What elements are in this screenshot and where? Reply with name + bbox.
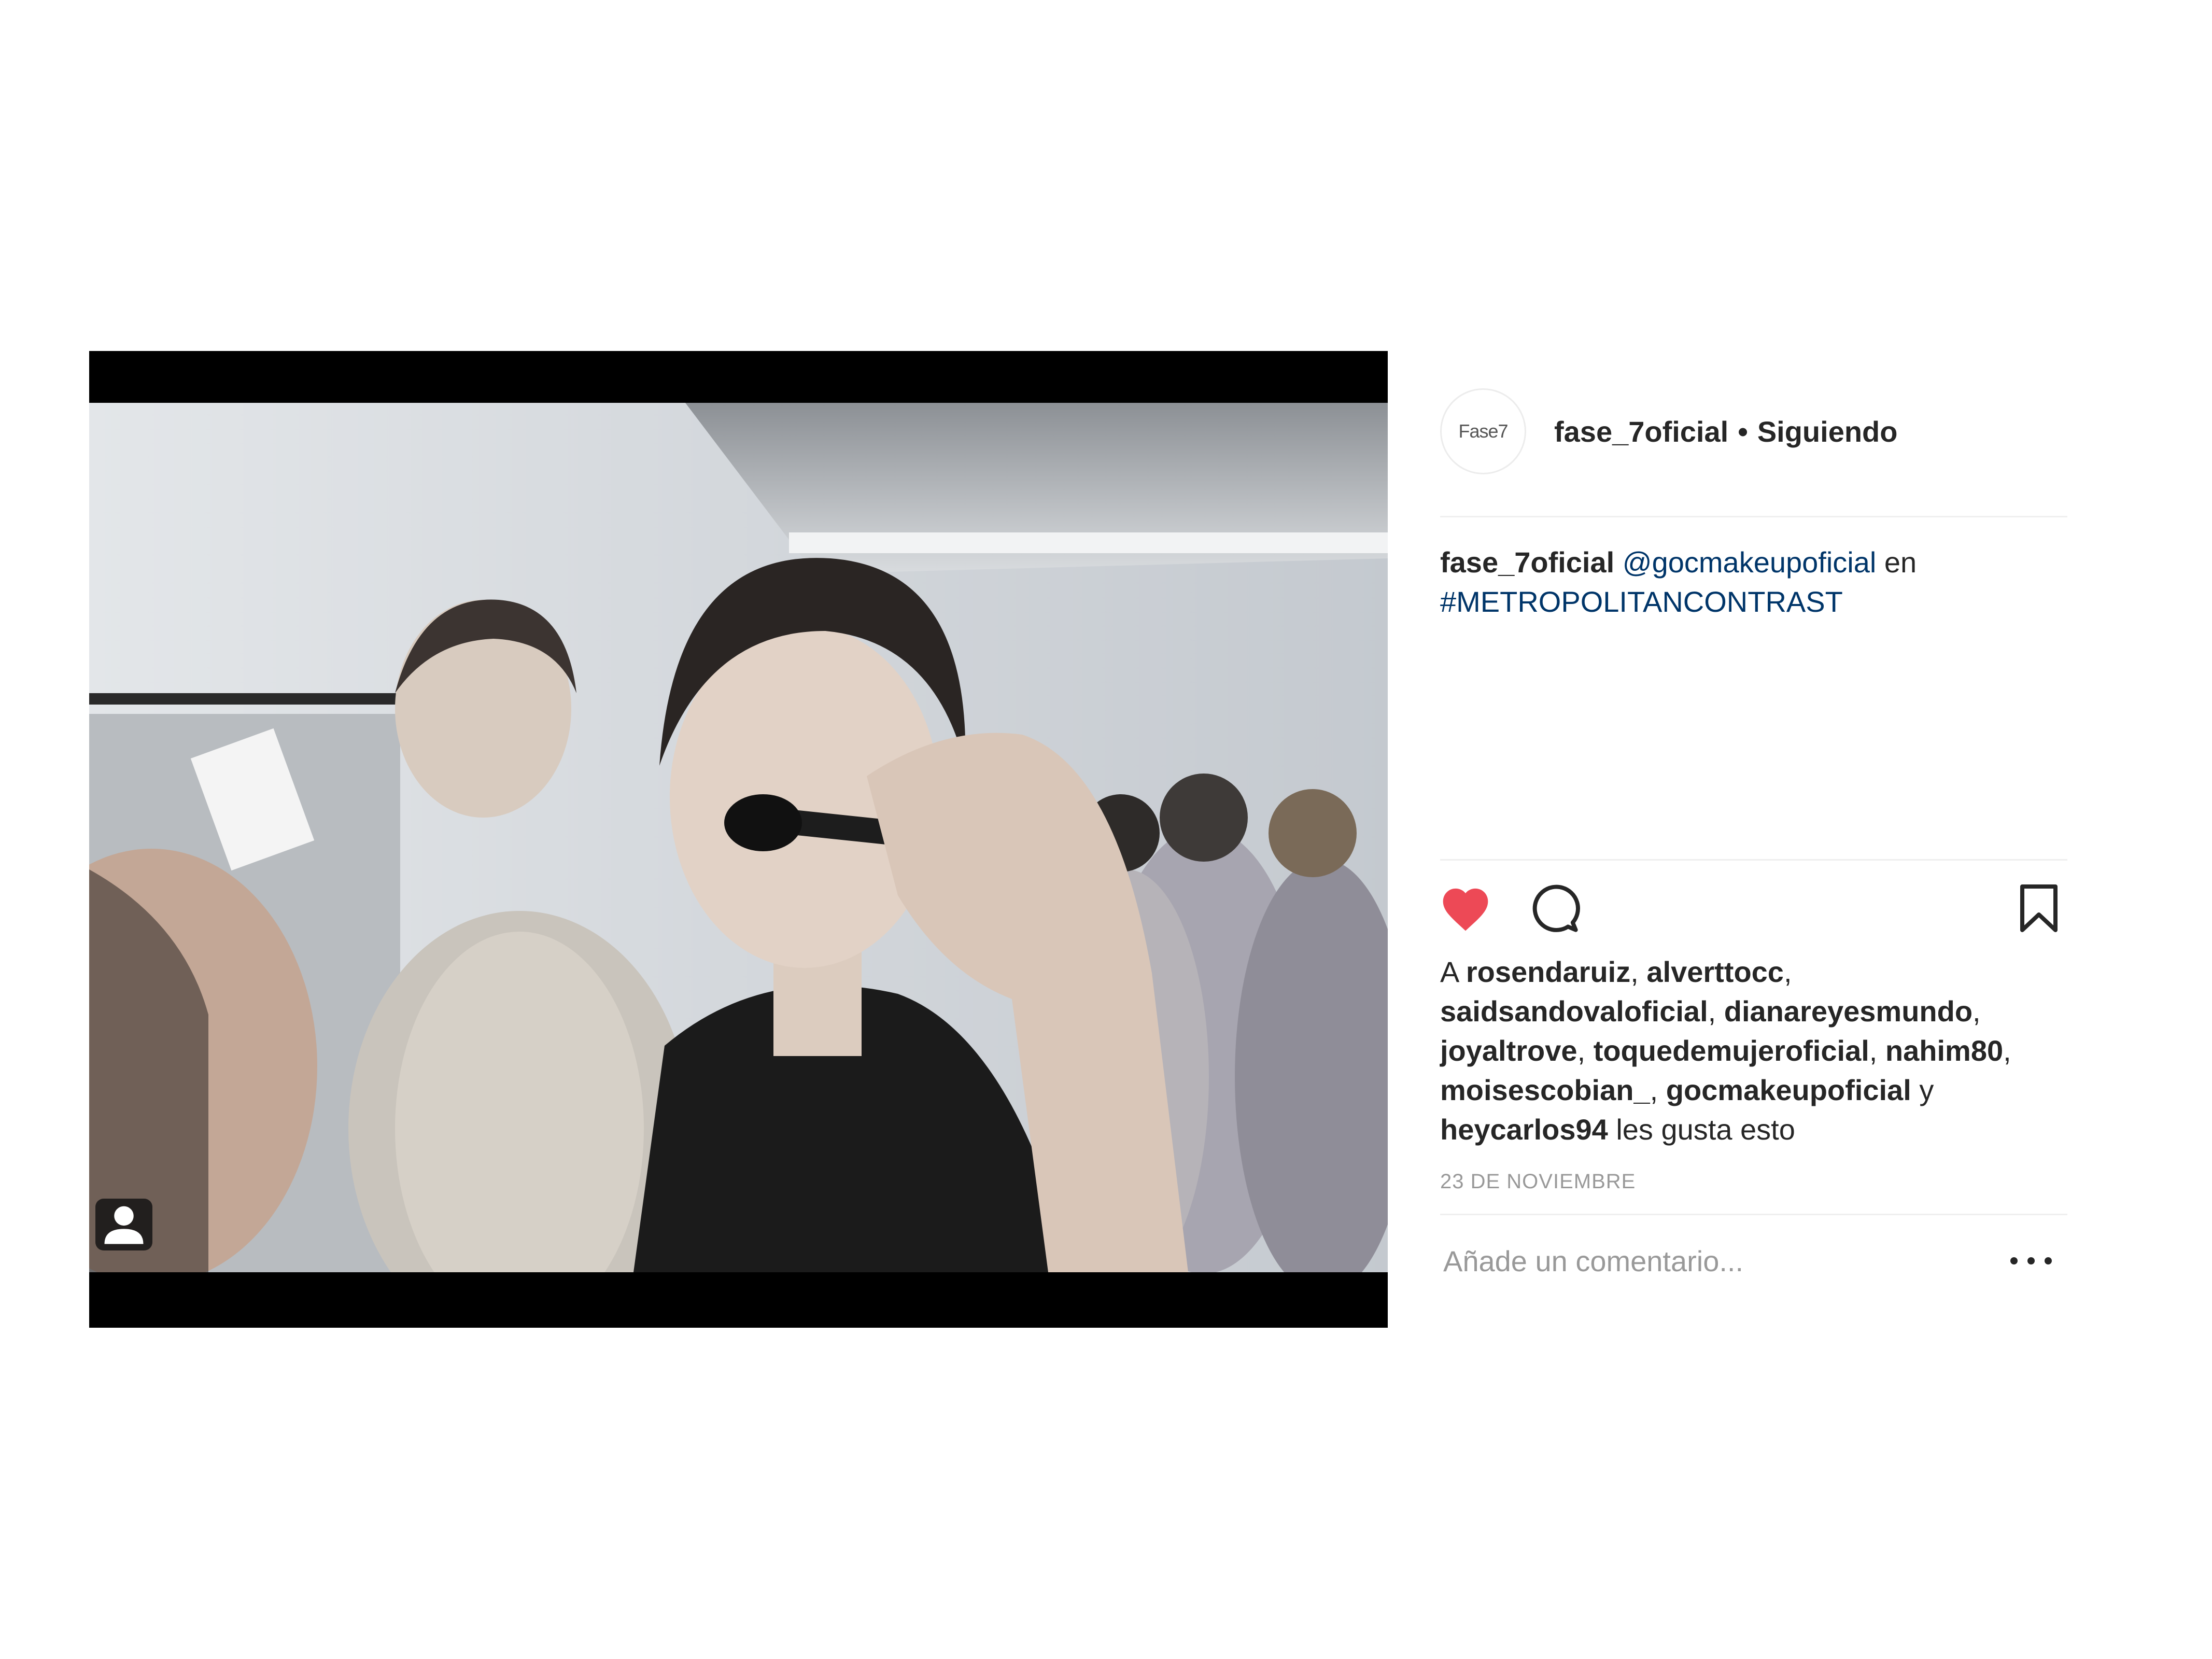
comment-icon xyxy=(1532,884,1580,932)
liker[interactable]: toquedemujeroficial xyxy=(1594,1034,1869,1067)
post-side-panel: Fase7 fase_7oficial • Siguiendo fase_7of… xyxy=(1440,351,2067,1328)
liker[interactable]: alverttocc xyxy=(1646,955,1784,988)
caption-hashtag[interactable]: #METROPOLITANCONTRAST xyxy=(1440,585,1843,618)
bookmark-icon xyxy=(2020,884,2058,932)
liker[interactable]: heycarlos94 xyxy=(1440,1113,1608,1146)
liker[interactable]: moisescobian_ xyxy=(1440,1074,1650,1106)
more-options-icon[interactable] xyxy=(2010,1248,2052,1274)
avatar-logo-text: Fase7 xyxy=(1458,420,1508,442)
liker[interactable]: rosendaruiz xyxy=(1466,955,1630,988)
more-dot xyxy=(2045,1257,2052,1264)
comma: , xyxy=(1783,955,1792,988)
post-caption: fase_7oficial @gocmakeupoficial en #METR… xyxy=(1440,543,2067,622)
header-username[interactable]: fase_7oficial xyxy=(1554,415,1728,448)
post-media xyxy=(89,351,1388,1328)
like-button[interactable] xyxy=(1437,880,1494,937)
comma: , xyxy=(1973,995,1981,1028)
comma: , xyxy=(1708,995,1724,1028)
more-dot xyxy=(2027,1257,2035,1264)
header-divider xyxy=(1440,516,2067,517)
header-separator: • xyxy=(1738,415,1748,448)
comma: , xyxy=(1869,1034,1885,1067)
liker[interactable]: dianareyesmundo xyxy=(1724,995,1973,1028)
conjunction: y xyxy=(1911,1074,1934,1106)
likes-suffix: les gusta esto xyxy=(1608,1113,1795,1146)
backstage-photo xyxy=(89,403,1388,1272)
liker[interactable]: joyaltrove xyxy=(1440,1034,1577,1067)
comma: , xyxy=(1577,1034,1594,1067)
likes-summary: A rosendaruiz, alverttocc, saidsandovalo… xyxy=(1440,952,2067,1149)
caption-connector: en xyxy=(1876,546,1917,579)
avatar[interactable]: Fase7 xyxy=(1440,388,1526,474)
person-icon xyxy=(104,1206,144,1244)
comma: , xyxy=(2003,1034,2011,1067)
liker[interactable]: saidsandovaloficial xyxy=(1440,995,1708,1028)
more-dot xyxy=(2010,1257,2018,1264)
user-tag-icon[interactable] xyxy=(95,1199,152,1250)
liker[interactable]: nahim80 xyxy=(1885,1034,2003,1067)
caption-mention[interactable]: @gocmakeupoficial xyxy=(1623,546,1877,579)
comment-row xyxy=(1440,1232,2067,1289)
heart-filled-icon xyxy=(1443,888,1488,931)
caption-divider xyxy=(1440,859,2067,861)
comma: , xyxy=(1650,1074,1666,1106)
comma: , xyxy=(1630,955,1647,988)
action-bar xyxy=(1440,880,2067,937)
follow-status-button[interactable]: Siguiendo xyxy=(1757,415,1898,448)
post-photo[interactable] xyxy=(89,403,1388,1272)
post-header: Fase7 fase_7oficial • Siguiendo xyxy=(1440,387,2067,475)
comment-input[interactable] xyxy=(1440,1244,1988,1278)
header-names: fase_7oficial • Siguiendo xyxy=(1554,415,1897,448)
comment-button[interactable] xyxy=(1526,880,1583,937)
post-date[interactable]: 23 DE NOVIEMBRE xyxy=(1440,1170,1636,1193)
likes-prefix: A xyxy=(1440,955,1466,988)
caption-username[interactable]: fase_7oficial xyxy=(1440,546,1614,579)
save-button[interactable] xyxy=(2010,880,2067,937)
comment-divider xyxy=(1440,1214,2067,1215)
liker[interactable]: gocmakeupoficial xyxy=(1666,1074,1911,1106)
